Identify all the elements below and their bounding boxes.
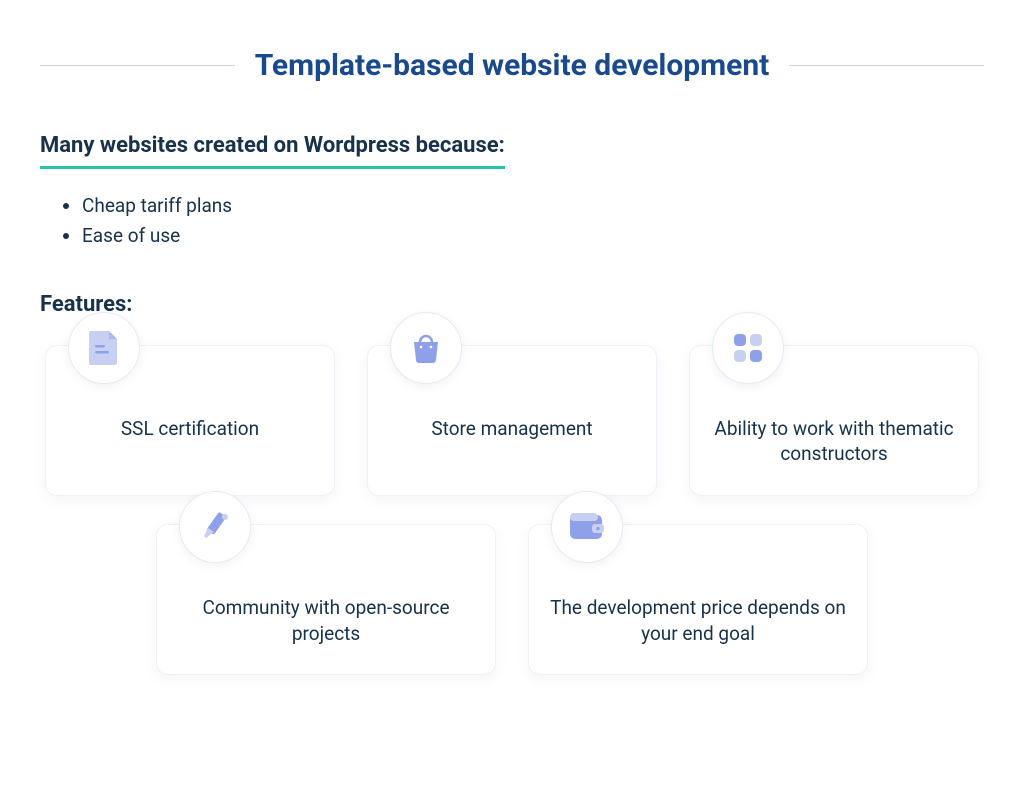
feature-card-community: Community with open-source projects — [156, 524, 496, 675]
features-heading: Features: — [40, 292, 984, 317]
feature-cards-row-1: SSL certification Store management — [40, 345, 984, 496]
feature-label: Ability to work with thematic constructo… — [708, 416, 960, 467]
content: Many websites created on Wordpress becau… — [0, 83, 1024, 675]
rule-left — [40, 65, 235, 66]
feature-card-store: Store management — [367, 345, 657, 496]
wallet-icon — [551, 491, 623, 563]
document-icon — [68, 312, 140, 384]
bag-icon — [390, 312, 462, 384]
feature-card-ssl: SSL certification — [45, 345, 335, 496]
feature-card-price: The development price depends on your en… — [528, 524, 868, 675]
feature-label: The development price depends on your en… — [547, 595, 849, 646]
feature-cards-row-2: Community with open-source projects The … — [40, 524, 984, 675]
page-title: Template-based website development — [255, 48, 770, 83]
feature-label: Store management — [386, 416, 638, 442]
rule-right — [789, 65, 984, 66]
pencil-icon — [179, 491, 251, 563]
header: Template-based website development — [0, 0, 1024, 83]
grid-icon — [712, 312, 784, 384]
feature-label: SSL certification — [64, 416, 316, 442]
feature-card-thematic: Ability to work with thematic constructo… — [689, 345, 979, 496]
reasons-list: Cheap tariff plans Ease of use — [40, 191, 984, 252]
subtitle: Many websites created on Wordpress becau… — [40, 133, 505, 169]
reason-item: Ease of use — [82, 221, 984, 251]
reason-item: Cheap tariff plans — [82, 191, 984, 221]
feature-label: Community with open-source projects — [175, 595, 477, 646]
